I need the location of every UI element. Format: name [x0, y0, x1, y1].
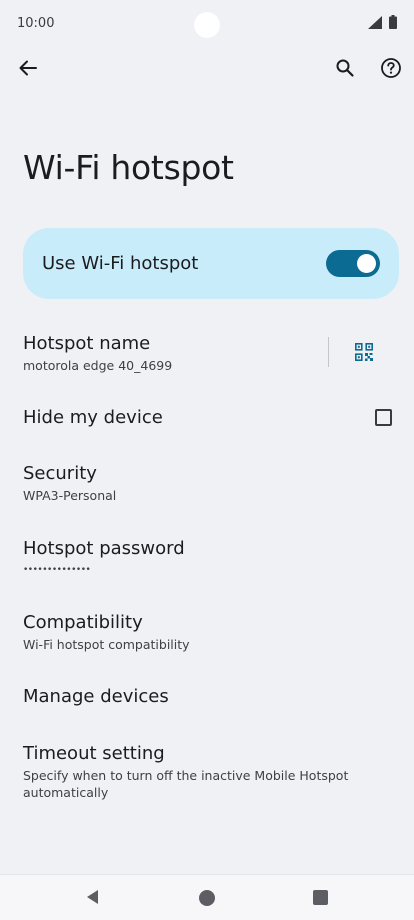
camera-cutout: [194, 12, 220, 38]
top-app-bar: [0, 48, 414, 88]
timeout-setting-title: Timeout setting: [23, 743, 165, 764]
switch-knob: [357, 254, 376, 273]
divider: [328, 337, 329, 367]
qr-code-icon: [355, 343, 373, 361]
battery-icon: [389, 15, 397, 29]
timeout-setting[interactable]: Timeout setting Specify when to turn off…: [23, 743, 363, 801]
manage-devices-setting[interactable]: Manage devices: [23, 686, 393, 708]
wifi-hotspot-switch[interactable]: [326, 250, 380, 277]
nav-recents-icon[interactable]: [313, 890, 328, 905]
security-setting[interactable]: Security WPA3-Personal: [23, 463, 393, 504]
hotspot-name-setting[interactable]: Hotspot name motorola edge 40_4699: [23, 333, 313, 374]
hotspot-name-title: Hotspot name: [23, 333, 151, 354]
hotspot-name-value: motorola edge 40_4699: [23, 358, 173, 373]
manage-devices-title: Manage devices: [23, 686, 169, 707]
help-circle-icon: [381, 58, 401, 78]
compatibility-setting[interactable]: Compatibility Wi-Fi hotspot compatibilit…: [23, 612, 393, 653]
security-title: Security: [23, 463, 97, 484]
qr-code-button[interactable]: [349, 337, 379, 367]
use-wifi-hotspot-toggle-row[interactable]: Use Wi-Fi hotspot: [23, 228, 399, 299]
status-time: 10:00: [17, 16, 55, 31]
search-button[interactable]: [329, 52, 361, 84]
hotspot-password-setting[interactable]: Hotspot password ••••••••••••••: [23, 538, 393, 579]
search-icon: [336, 59, 354, 77]
navigation-bar: [0, 874, 414, 920]
nav-home-icon[interactable]: [199, 890, 215, 906]
back-button[interactable]: [12, 52, 44, 84]
arrow-left-icon: [19, 60, 37, 76]
use-wifi-hotspot-label: Use Wi-Fi hotspot: [42, 253, 199, 274]
hide-my-device-checkbox[interactable]: [375, 409, 392, 426]
help-button[interactable]: [375, 52, 407, 84]
page-title: Wi-Fi hotspot: [23, 148, 234, 187]
nav-back-icon[interactable]: [84, 888, 102, 906]
compatibility-value: Wi-Fi hotspot compatibility: [23, 637, 190, 652]
compatibility-title: Compatibility: [23, 612, 143, 633]
signal-icon: [368, 16, 382, 29]
timeout-setting-description: Specify when to turn off the inactive Mo…: [23, 768, 349, 800]
status-bar: 10:00: [0, 0, 414, 48]
hide-my-device-title: Hide my device: [23, 407, 163, 428]
hide-my-device-setting[interactable]: Hide my device: [23, 407, 363, 429]
hotspot-password-value: ••••••••••••••: [23, 565, 91, 575]
security-value: WPA3-Personal: [23, 488, 117, 503]
hotspot-password-title: Hotspot password: [23, 538, 185, 559]
